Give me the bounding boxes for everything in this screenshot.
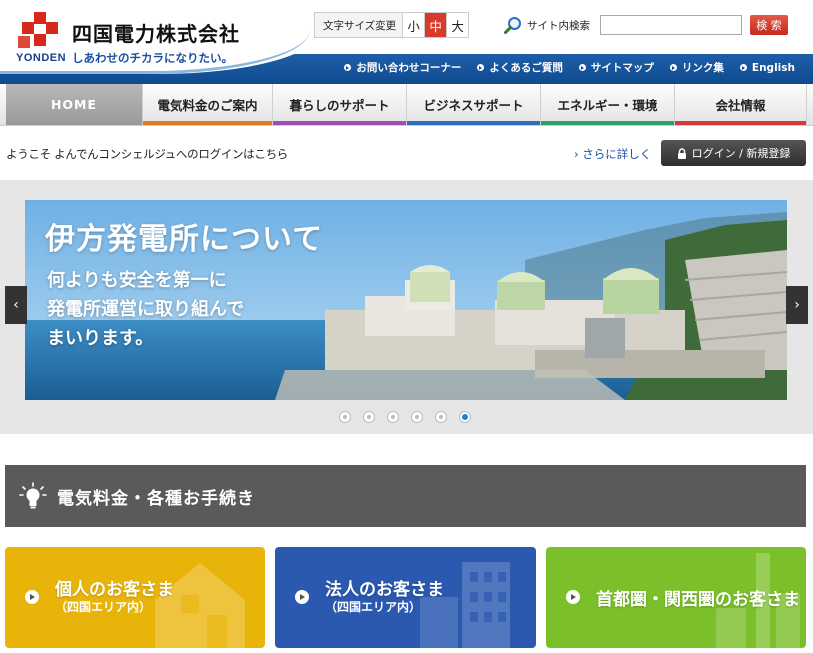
logo-mark-icon: [18, 12, 58, 48]
nav-business-support[interactable]: ビジネスサポート: [407, 84, 541, 125]
nav-label: HOME: [50, 97, 98, 112]
search-input[interactable]: [600, 15, 742, 35]
nav-color-bar: [143, 121, 272, 125]
chevron-right-icon: [669, 64, 677, 71]
nav-electricity-rates[interactable]: 電気料金のご案内: [143, 84, 273, 125]
utility-link-sitemap[interactable]: サイトマップ: [578, 60, 654, 75]
font-size-medium[interactable]: 中: [424, 13, 447, 37]
utility-link-label: English: [751, 61, 795, 74]
slider-dot[interactable]: [363, 411, 375, 423]
nav-company-info[interactable]: 会社情報: [675, 84, 807, 125]
site-header: YONDEN 四国電力株式会社 しあわせのチカラになりたい。 文字サイズ変更 小…: [0, 0, 813, 84]
building-icon: [420, 562, 510, 648]
more-details-link[interactable]: さらに詳しく: [574, 146, 651, 162]
nav-color-bar: [6, 121, 142, 125]
slider-dot[interactable]: [387, 411, 399, 423]
card-individual-customers[interactable]: 個人のお客さま （四国エリア内）: [5, 547, 265, 648]
font-size-switcher: 文字サイズ変更 小 中 大: [314, 12, 470, 38]
chevron-right-icon: [477, 64, 485, 71]
utility-link-label: サイトマップ: [590, 62, 654, 74]
utility-link-contact[interactable]: お問い合わせコーナー: [344, 60, 461, 75]
login-label: ログイン / 新規登録: [691, 147, 791, 160]
logo-romaji: YONDEN: [16, 52, 67, 64]
search-button[interactable]: 検 索: [750, 15, 788, 35]
nav-color-bar: [541, 121, 674, 125]
nav-life-support[interactable]: 暮らしのサポート: [273, 84, 407, 125]
tagline: しあわせのチカラになりたい。: [72, 51, 233, 65]
chevron-right-icon: [566, 590, 580, 604]
slider-dot[interactable]: [435, 411, 447, 423]
hero-slider: 伊方発電所について 何よりも安全を第一に 発電所運営に取り組んで まいります。 …: [0, 180, 813, 434]
slider-pagination: [339, 411, 471, 423]
utility-link-label: お問い合わせコーナー: [356, 62, 462, 74]
chevron-right-icon: [295, 590, 309, 604]
hero-slide[interactable]: 伊方発電所について 何よりも安全を第一に 発電所運営に取り組んで まいります。: [25, 200, 787, 400]
card-subtitle: （四国エリア内）: [55, 600, 152, 614]
lightbulb-icon: [19, 482, 47, 509]
card-title: 個人のお客さま: [55, 580, 174, 600]
nav-color-bar: [273, 121, 406, 125]
site-search: サイト内検索 検 索: [496, 12, 788, 38]
slider-dot[interactable]: [339, 411, 351, 423]
card-corporate-customers[interactable]: 法人のお客さま （四国エリア内）: [275, 547, 536, 648]
utility-link-label: リンク集: [681, 62, 724, 74]
font-size-large[interactable]: 大: [446, 13, 469, 37]
font-size-label: 文字サイズ変更: [323, 19, 397, 32]
nav-label: 電気料金のご案内: [157, 98, 258, 113]
slide-title: 伊方発電所について: [45, 222, 324, 257]
utility-link-links[interactable]: リンク集: [669, 60, 724, 75]
section-title: 電気料金・各種お手続き: [57, 488, 255, 509]
slider-dot[interactable]: [411, 411, 423, 423]
slide-body: 何よりも安全を第一に 発電所運営に取り組んで まいります。: [47, 270, 245, 349]
font-size-small[interactable]: 小: [402, 13, 425, 37]
nav-color-bar: [675, 121, 806, 125]
card-title: 法人のお客さま: [325, 580, 444, 600]
chevron-right-icon: [25, 590, 39, 604]
utility-link-faq[interactable]: よくあるご質問: [477, 60, 563, 75]
utility-link-english[interactable]: English: [739, 60, 795, 75]
card-title: 首都圏・関西圏のお客さま: [596, 590, 800, 610]
nav-home[interactable]: HOME: [6, 84, 143, 125]
utility-nav: お問い合わせコーナー よくあるご質問 サイトマップ リンク集 English: [344, 60, 795, 75]
house-icon: [155, 563, 245, 648]
welcome-text: ようこそ よんでんコンシェルジュへのログインはこちら: [6, 147, 288, 161]
nav-label: 会社情報: [715, 98, 766, 113]
nav-label: エネルギー・環境: [557, 98, 658, 113]
chevron-right-icon: [578, 64, 586, 71]
nav-color-bar: [407, 121, 540, 125]
slider-next-button[interactable]: ›: [786, 286, 808, 324]
company-name: 四国電力株式会社: [72, 22, 240, 46]
nav-label: ビジネスサポート: [423, 98, 524, 113]
card-metro-customers[interactable]: 首都圏・関西圏のお客さま: [546, 547, 806, 648]
welcome-bar: ようこそ よんでんコンシェルジュへのログインはこちら さらに詳しく ログイン /…: [0, 126, 813, 180]
chevron-right-icon: [739, 64, 747, 71]
utility-link-label: よくあるご質問: [489, 62, 563, 74]
section-header: 電気料金・各種お手続き: [5, 465, 806, 527]
login-button[interactable]: ログイン / 新規登録: [661, 140, 806, 166]
yonden-logo[interactable]: YONDEN 四国電力株式会社 しあわせのチカラになりたい。: [14, 12, 254, 66]
chevron-left-icon: ‹: [13, 297, 19, 313]
global-nav: HOME 電気料金のご案内 暮らしのサポート ビジネスサポート エネルギー・環境…: [0, 84, 813, 126]
chevron-right-icon: ›: [794, 297, 800, 313]
nav-label: 暮らしのサポート: [289, 98, 390, 113]
nav-energy-environment[interactable]: エネルギー・環境: [541, 84, 675, 125]
search-icon: [504, 17, 521, 34]
slider-prev-button[interactable]: ‹: [5, 286, 27, 324]
search-label: サイト内検索: [527, 19, 590, 32]
slider-dot-active[interactable]: [459, 411, 471, 423]
card-subtitle: （四国エリア内）: [325, 600, 422, 614]
chevron-right-icon: [344, 64, 352, 71]
lock-icon: [677, 147, 686, 159]
